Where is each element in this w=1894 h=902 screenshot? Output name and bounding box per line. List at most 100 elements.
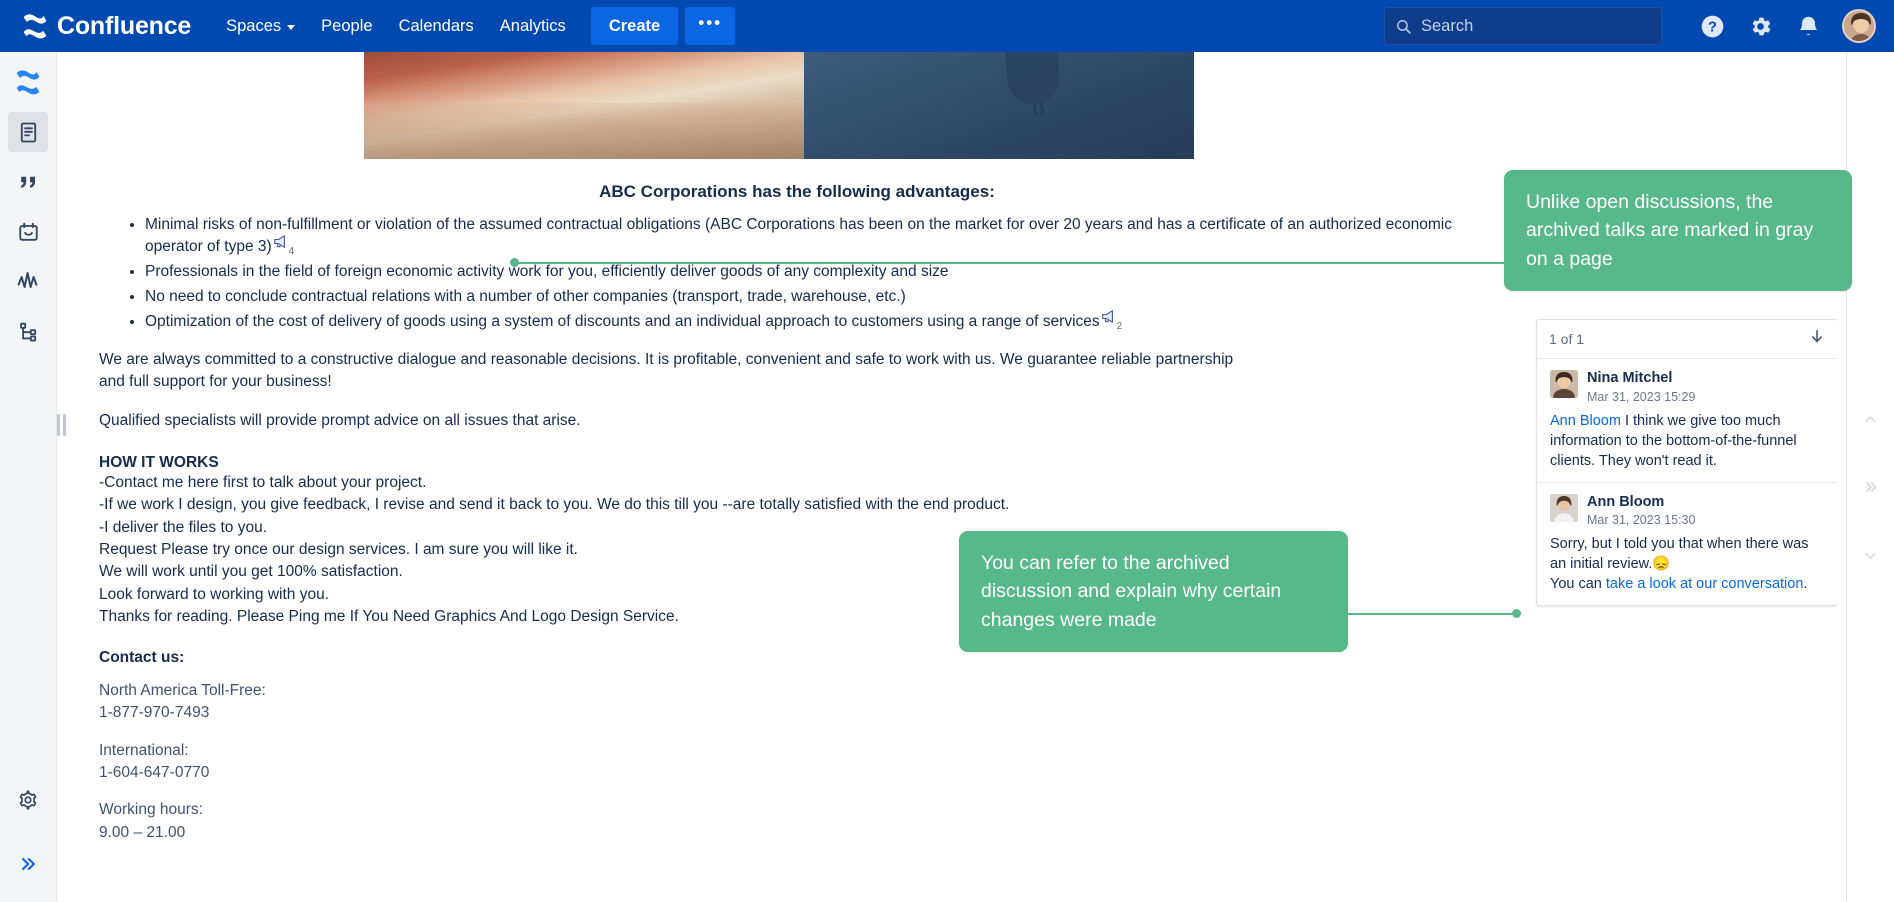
sidebar-item-blockquote[interactable] [8, 162, 48, 202]
boat-shape [1004, 52, 1061, 106]
contact-line: 9.00 – 21.00 [99, 823, 186, 841]
comment-author-row: Ann Bloom Mar 31, 2023 15:30 [1550, 493, 1824, 528]
jump-to-comment-button[interactable] [1809, 328, 1825, 350]
left-sidebar-rail [0, 52, 57, 902]
nav-label: Calendars [398, 16, 474, 35]
sidebar-item-page-tree[interactable] [8, 312, 48, 352]
confluence-home-icon [16, 70, 40, 95]
comment-meta: Ann Bloom Mar 31, 2023 15:30 [1587, 494, 1695, 528]
comment-timestamp: Mar 31, 2023 15:29 [1587, 389, 1696, 404]
nav-item-analytics[interactable]: Analytics [487, 7, 579, 45]
scroll-up-button[interactable] [1856, 404, 1886, 434]
settings-gear-icon[interactable] [1736, 2, 1784, 50]
blockquote-icon [20, 176, 35, 188]
advantage-text: Professionals in the field of foreign ec… [145, 263, 949, 280]
comment-item: Nina Mitchel Mar 31, 2023 15:29 Ann Bloo… [1537, 359, 1837, 483]
contact-line: Working hours: [99, 801, 203, 819]
user-mention-link[interactable]: Ann Bloom [1550, 413, 1621, 429]
advantages-list: Minimal risks of non-fulfillment or viol… [99, 214, 1495, 333]
sidebar-item-page[interactable] [8, 112, 48, 152]
comment-author-row: Nina Mitchel Mar 31, 2023 15:29 [1550, 370, 1824, 404]
comment-item: Ann Bloom Mar 31, 2023 15:30 Sorry, but … [1537, 483, 1837, 606]
more-options-button[interactable]: ••• [685, 7, 736, 45]
advantage-text: Minimal risks of non-fulfillment or viol… [145, 216, 1452, 255]
comment-text-suffix: . [1803, 576, 1808, 593]
nav-item-people[interactable]: People [308, 7, 385, 45]
list-item: No need to conclude contractual relation… [145, 286, 1495, 308]
confluence-brand[interactable]: Confluence [22, 12, 191, 41]
sidebar-item-confluence-home[interactable] [8, 62, 48, 102]
sidebar-item-analytics[interactable] [8, 262, 48, 302]
advantage-text: No need to conclude contractual relation… [145, 288, 906, 305]
callout-1-leader-line [514, 262, 1504, 264]
calendar-icon [18, 222, 38, 241]
arrow-down-icon [1811, 330, 1823, 343]
contact-line: 1-604-647-0770 [99, 764, 210, 782]
chevron-down-icon [1865, 552, 1876, 559]
megaphone-icon [273, 235, 285, 248]
avatar [1550, 370, 1578, 398]
help-icon[interactable]: ? [1688, 2, 1736, 50]
callout-1-leader-dot [510, 258, 519, 267]
user-avatar[interactable] [1842, 9, 1876, 43]
comment-body: Sorry, but I told you that when there wa… [1550, 534, 1824, 594]
megaphone-icon [1101, 310, 1113, 323]
comment-count-badge: 4 [288, 246, 295, 257]
right-sidebar-rail [1846, 52, 1894, 902]
create-button[interactable]: Create [590, 7, 679, 45]
advantage-text: Optimization of the cost of delivery of … [145, 313, 1100, 330]
contact-spacer [99, 725, 1495, 740]
nav-item-calendars[interactable]: Calendars [386, 7, 487, 45]
cover-image-left-half [364, 52, 804, 159]
callout-2-leader-line [1348, 613, 1516, 615]
page-document-icon [20, 122, 36, 142]
comment-text-prefix: You can [1550, 576, 1606, 593]
page-tree-icon [19, 322, 36, 341]
confluence-logo-icon [23, 14, 47, 39]
how-it-works-line: -If we work I design, you give feedback,… [99, 496, 1010, 514]
comment-counter: 1 of 1 [1549, 331, 1585, 347]
comment-meta: Nina Mitchel Mar 31, 2023 15:29 [1587, 370, 1695, 404]
comment-count-badge: 2 [1116, 321, 1123, 332]
chevron-double-right-icon [1865, 482, 1876, 492]
nav-label: People [321, 16, 373, 35]
page-heading: ABC Corporations has the following advan… [599, 182, 995, 201]
list-item: Optimization of the cost of delivery of … [145, 310, 1495, 333]
inline-comment-marker[interactable]: 4 [272, 235, 294, 257]
comment-author-name: Ann Bloom [1587, 493, 1665, 510]
callout-archived-gray: Unlike open discussions, the archived ta… [1504, 170, 1852, 291]
search-input[interactable]: Search [1384, 7, 1662, 45]
contact-line: 1-877-970-7493 [99, 704, 210, 722]
callout-refer-archived: You can refer to the archived discussion… [959, 531, 1348, 652]
comment-timestamp: Mar 31, 2023 15:30 [1587, 513, 1696, 528]
nav-label: Spaces [226, 16, 282, 35]
comment-text: Sorry, but I told you that when there wa… [1550, 536, 1809, 573]
sidebar-settings-button[interactable] [8, 780, 48, 820]
scroll-down-button[interactable] [1856, 540, 1886, 570]
callout-2-leader-dot [1512, 609, 1521, 618]
expand-sidebar-button[interactable] [8, 844, 48, 884]
paragraph-specialists: Qualified specialists will provide promp… [99, 411, 581, 429]
avatar [1550, 493, 1578, 522]
sidebar-item-calendar[interactable] [8, 212, 48, 252]
nav-item-spaces[interactable]: Spaces [213, 7, 308, 45]
inline-comment-marker[interactable]: 2 [1100, 310, 1122, 332]
sidebar-resize-handle[interactable] [57, 412, 66, 438]
how-it-works-heading: HOW IT WORKS [99, 453, 219, 471]
top-navigation-bar: Confluence Spaces People Calendars Analy… [0, 0, 1894, 52]
chevron-down-icon [287, 24, 296, 30]
expand-right-panel-button[interactable] [1856, 472, 1886, 502]
nav-label: Analytics [499, 16, 566, 35]
notifications-bell-icon[interactable] [1784, 2, 1832, 50]
conversation-link[interactable]: take a look at our conversation [1606, 576, 1803, 592]
comment-author-name: Nina Mitchel [1587, 370, 1673, 386]
svg-text:?: ? [1708, 19, 1717, 35]
list-item: Minimal risks of non-fulfillment or viol… [145, 214, 1495, 258]
search-icon [1397, 19, 1411, 34]
chevron-double-right-icon [21, 857, 35, 871]
paragraph-commitment: We are always committed to a constructiv… [99, 351, 1234, 391]
comments-panel-header: 1 of 1 [1537, 320, 1837, 359]
how-it-works-line: -Contact me here first to talk about you… [99, 473, 427, 491]
top-nav-right-group: Search ? [1384, 2, 1894, 50]
analytics-icon [17, 272, 38, 288]
